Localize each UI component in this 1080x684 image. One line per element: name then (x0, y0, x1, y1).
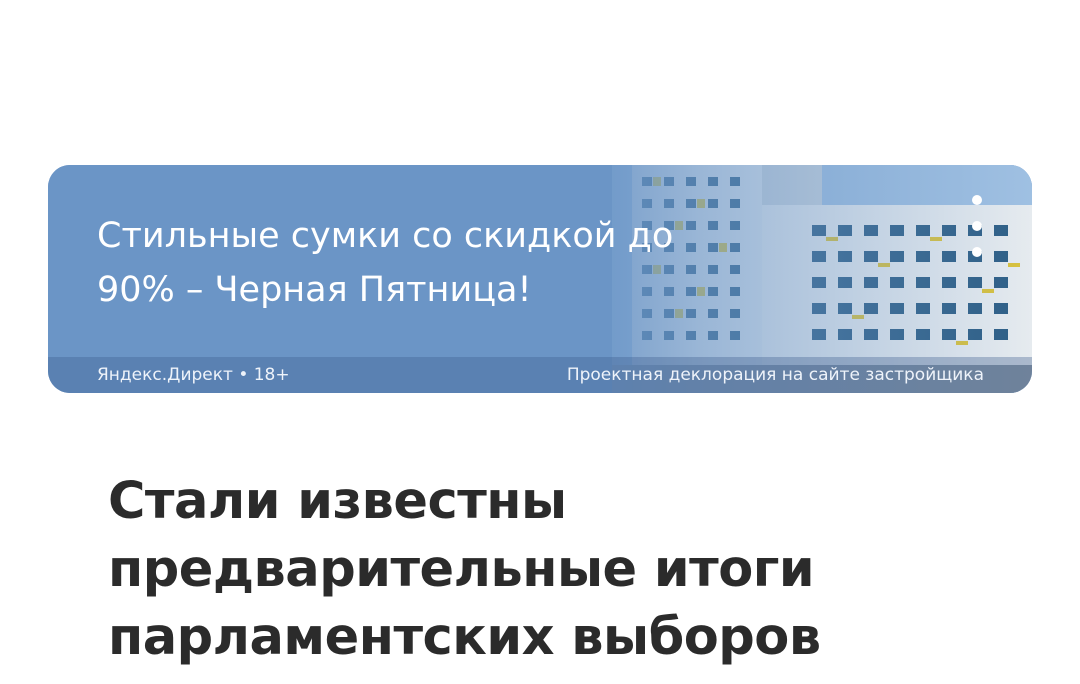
ad-disclaimer[interactable]: Проектная деклорация на сайте застройщик… (567, 365, 984, 385)
menu-dot (972, 195, 982, 205)
ad-banner[interactable]: Стильные сумки со скидкой до 90% – Черна… (48, 165, 1032, 393)
ad-source-label[interactable]: Яндекс.Директ • 18+ (97, 365, 290, 385)
menu-dot (972, 247, 982, 257)
more-vertical-icon[interactable] (966, 195, 988, 257)
menu-dot (972, 221, 982, 231)
article-title[interactable]: Стали известны предварительные итоги пар… (108, 468, 1008, 672)
ad-footer: Яндекс.Директ • 18+ Проектная деклорация… (48, 357, 1032, 393)
ad-headline[interactable]: Стильные сумки со скидкой до 90% – Черна… (97, 209, 677, 317)
